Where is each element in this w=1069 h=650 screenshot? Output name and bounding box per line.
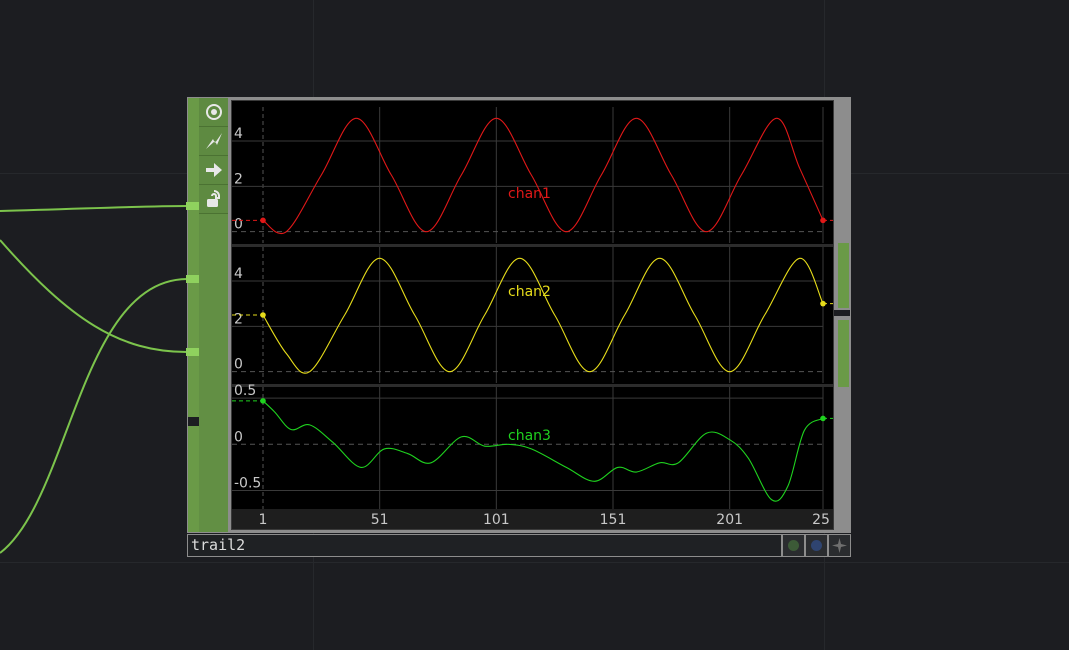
lock-flag-icon xyxy=(811,540,822,551)
output-strip xyxy=(834,98,850,532)
series-end-point xyxy=(820,300,826,307)
y-tick-label: 4 xyxy=(234,266,243,282)
channel-graph: 420chan1420chan20.50-0.5chan31 51 101 151 20… xyxy=(232,107,833,529)
x-tick-label: 1 xyxy=(259,512,268,528)
x-tick-label: 25 xyxy=(812,512,830,528)
wire[interactable] xyxy=(0,278,188,554)
output-port[interactable] xyxy=(834,310,850,316)
panel-separator xyxy=(232,244,833,247)
node-name-field[interactable]: trail2 xyxy=(188,535,781,556)
output-handle[interactable] xyxy=(838,243,849,308)
series-start-point xyxy=(260,312,266,318)
series-line-chan1 xyxy=(262,117,824,234)
series-line-chan2 xyxy=(262,257,824,374)
input-connector[interactable] xyxy=(186,275,199,283)
node-icon-column xyxy=(199,98,228,532)
series-end-point xyxy=(820,217,826,224)
series-line-chan3 xyxy=(262,400,824,502)
series-start-point xyxy=(260,398,266,404)
y-tick-label: 0 xyxy=(234,217,243,233)
node-name-bar: trail2 xyxy=(187,534,851,557)
series-end-point xyxy=(820,415,826,422)
y-tick-label: 0 xyxy=(234,429,243,445)
channel-label: chan1 xyxy=(508,186,551,202)
lock-flag[interactable] xyxy=(806,535,827,556)
input-connector[interactable] xyxy=(186,202,199,210)
x-tick-label: 101 xyxy=(483,512,510,528)
y-tick-label: 2 xyxy=(234,171,243,187)
bypass-flag-icon xyxy=(788,540,799,551)
input-strip xyxy=(188,98,199,532)
channel-viewer[interactable]: 4 2 0 chan1 4 2 0 chan2 0.5 0 -0.5 chan3 1 51 101 151 20… xyxy=(231,100,834,530)
y-tick-label: 2 xyxy=(234,311,243,327)
y-tick-label: -0.5 xyxy=(234,476,261,492)
channel-label: chan3 xyxy=(508,428,551,444)
viewer-icon[interactable] xyxy=(199,98,228,127)
bypass-flag[interactable] xyxy=(783,535,804,556)
cook-icon[interactable] xyxy=(199,127,228,156)
wire[interactable] xyxy=(0,239,188,353)
output-handle[interactable] xyxy=(838,320,849,387)
series-start-point xyxy=(260,217,266,224)
y-tick-label: 0 xyxy=(234,357,243,373)
export-icon[interactable] xyxy=(199,156,228,185)
display-flag[interactable] xyxy=(829,535,850,556)
input-gap xyxy=(188,417,199,426)
panel-separator xyxy=(232,384,833,387)
x-tick-label: 201 xyxy=(716,512,743,528)
x-tick-label: 151 xyxy=(600,512,627,528)
wire[interactable] xyxy=(0,205,188,212)
y-tick-label: 4 xyxy=(234,126,243,142)
input-connector[interactable] xyxy=(186,348,199,356)
operator-node[interactable]: 4 2 0 chan1 4 2 0 chan2 0.5 0 -0.5 chan3 1 51 101 151 20… xyxy=(186,97,851,533)
x-tick-label: 51 xyxy=(371,512,389,528)
lock-icon[interactable] xyxy=(199,185,228,214)
y-tick-label: 0.5 xyxy=(234,383,256,399)
display-flag-icon xyxy=(832,538,847,553)
channel-label: chan2 xyxy=(508,284,551,300)
